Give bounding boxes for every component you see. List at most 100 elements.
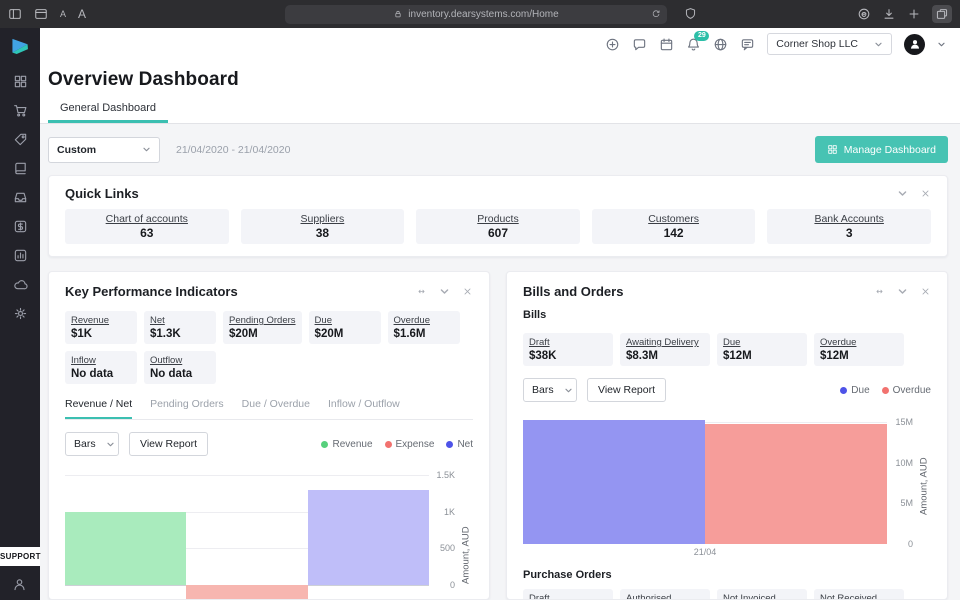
quick-link[interactable]: Customers 142 [592, 209, 756, 244]
tab-general-dashboard[interactable]: General Dashboard [48, 95, 168, 123]
date-range-type-select[interactable]: Custom [48, 137, 160, 163]
bills-stat-label[interactable]: Draft [529, 337, 607, 348]
user-avatar[interactable] [904, 34, 925, 55]
kpi-stat-label[interactable]: Pending Orders [229, 315, 296, 326]
sidebar-item-integrations[interactable] [0, 270, 40, 299]
expand-icon[interactable] [416, 286, 427, 297]
add-icon[interactable] [605, 37, 620, 52]
kpi-controls: Bars View Report Revenue [65, 432, 473, 456]
kpi-chart-tab[interactable]: Due / Overdue [242, 398, 310, 419]
bills-stat-label[interactable]: Overdue [820, 337, 898, 348]
quick-link[interactable]: Products 607 [416, 209, 580, 244]
user-menu-chevron-icon[interactable] [937, 40, 946, 49]
quick-link[interactable]: Bank Accounts 3 [767, 209, 931, 244]
app-logo-icon[interactable] [9, 35, 31, 57]
manage-dashboard-button[interactable]: Manage Dashboard [815, 136, 948, 163]
bills-chart-type-select[interactable]: Bars [523, 378, 577, 402]
kpi-view-report-button[interactable]: View Report [129, 432, 208, 456]
legend-item[interactable]: Expense [385, 439, 435, 450]
date-range-text[interactable]: 21/04/2020 - 21/04/2020 [176, 144, 290, 156]
notifications-icon[interactable]: 29 [686, 37, 701, 52]
app-header: 29 Corner Shop LLC [40, 28, 960, 60]
purchase-order-stat-label[interactable]: Not Invoiced [723, 593, 801, 600]
purchase-order-stat-box: Draft [523, 589, 613, 600]
purchase-order-stat-label[interactable]: Authorised [626, 593, 704, 600]
privacy-shield-icon[interactable] [684, 7, 697, 20]
quick-links-card: Quick Links Chart of accounts 63 [48, 175, 948, 257]
reload-icon[interactable] [651, 9, 661, 19]
organization-selector[interactable]: Corner Shop LLC [767, 33, 892, 55]
close-icon[interactable] [920, 188, 931, 199]
url-text: inventory.dearsystems.com/Home [408, 9, 558, 20]
legend-item[interactable]: Net [446, 439, 473, 450]
legend-item[interactable]: Revenue [321, 439, 372, 450]
legend-dot [321, 441, 328, 448]
purchase-order-stat-label[interactable]: Not Received [820, 593, 898, 600]
bills-controls: Bars View Report Due [523, 378, 931, 402]
sidebar-item-sales[interactable] [0, 96, 40, 125]
close-icon[interactable] [462, 286, 473, 297]
new-tab-icon[interactable] [907, 7, 921, 21]
purchase-order-stat-box: Not Invoiced [717, 589, 807, 600]
quick-link-label[interactable]: Suppliers [249, 213, 397, 225]
bills-stat-value: $12M [820, 350, 898, 362]
support-tab[interactable]: SUPPORT [0, 547, 40, 566]
kpi-stat-box: Outflow No data [144, 351, 216, 384]
quick-link[interactable]: Chart of accounts 63 [65, 209, 229, 244]
manage-dashboard-icon [827, 144, 838, 155]
globe-icon[interactable] [713, 37, 728, 52]
sidebar-item-settings[interactable] [0, 299, 40, 328]
bills-stat-label[interactable]: Due [723, 337, 801, 348]
bills-view-report-button[interactable]: View Report [587, 378, 666, 402]
collapse-icon[interactable] [897, 188, 908, 199]
address-bar[interactable]: inventory.dearsystems.com/Home [285, 5, 667, 24]
close-icon[interactable] [920, 286, 931, 297]
text-zoom-out-button[interactable]: A [60, 9, 66, 19]
legend-dot [840, 387, 847, 394]
extension-icon[interactable] [857, 7, 871, 21]
calendar-icon[interactable] [659, 37, 674, 52]
window-overview-icon[interactable] [34, 7, 48, 21]
chat-icon[interactable] [632, 37, 647, 52]
bills-stat-label[interactable]: Awaiting Delivery [626, 337, 704, 348]
sidebar-toggle-icon[interactable] [8, 7, 22, 21]
quick-link-label[interactable]: Bank Accounts [775, 213, 923, 225]
kpi-stat-label[interactable]: Inflow [71, 355, 131, 366]
kpi-stat-label[interactable]: Outflow [150, 355, 210, 366]
kpi-stat-label[interactable]: Due [315, 315, 375, 326]
collapse-icon[interactable] [897, 286, 908, 297]
manage-dashboard-label: Manage Dashboard [844, 144, 936, 156]
kpi-stat-label[interactable]: Net [150, 315, 210, 326]
purchase-order-stat-label[interactable]: Draft [529, 593, 607, 600]
sidebar-item-ledger[interactable] [0, 154, 40, 183]
quick-link-label[interactable]: Chart of accounts [73, 213, 221, 225]
kpi-stats: Revenue $1K Net $1.3K Pending [65, 311, 460, 384]
sidebar-item-financials[interactable] [0, 212, 40, 241]
sidebar-item-purchases[interactable] [0, 125, 40, 154]
bills-stat-value: $8.3M [626, 350, 704, 362]
bills-stat-box: Awaiting Delivery $8.3M [620, 333, 710, 366]
kpi-chart-tab[interactable]: Revenue / Net [65, 398, 132, 419]
legend-item[interactable]: Overdue [882, 385, 931, 396]
kpi-stat-label[interactable]: Overdue [394, 315, 454, 326]
feedback-icon[interactable] [740, 37, 755, 52]
quick-link-label[interactable]: Products [424, 213, 572, 225]
expand-icon[interactable] [874, 286, 885, 297]
tab-overview-icon[interactable] [932, 5, 952, 23]
sidebar-item-inventory[interactable] [0, 183, 40, 212]
kpi-stat-label[interactable]: Revenue [71, 315, 131, 326]
sidebar-item-reports[interactable] [0, 241, 40, 270]
text-zoom-in-button[interactable]: A [78, 7, 86, 21]
avatar-person-icon [909, 38, 921, 50]
legend-item[interactable]: Due [840, 385, 869, 396]
collapse-icon[interactable] [439, 286, 450, 297]
downloads-icon[interactable] [882, 7, 896, 21]
kpi-chart-type-select[interactable]: Bars [65, 432, 119, 456]
kpi-chart-tab[interactable]: Pending Orders [150, 398, 224, 419]
sidebar-item-dashboard[interactable] [0, 67, 40, 96]
quick-link-label[interactable]: Customers [600, 213, 748, 225]
quick-link-value: 607 [424, 226, 572, 240]
sidebar-item-profile[interactable] [12, 577, 27, 592]
kpi-chart-tab[interactable]: Inflow / Outflow [328, 398, 400, 419]
quick-link[interactable]: Suppliers 38 [241, 209, 405, 244]
